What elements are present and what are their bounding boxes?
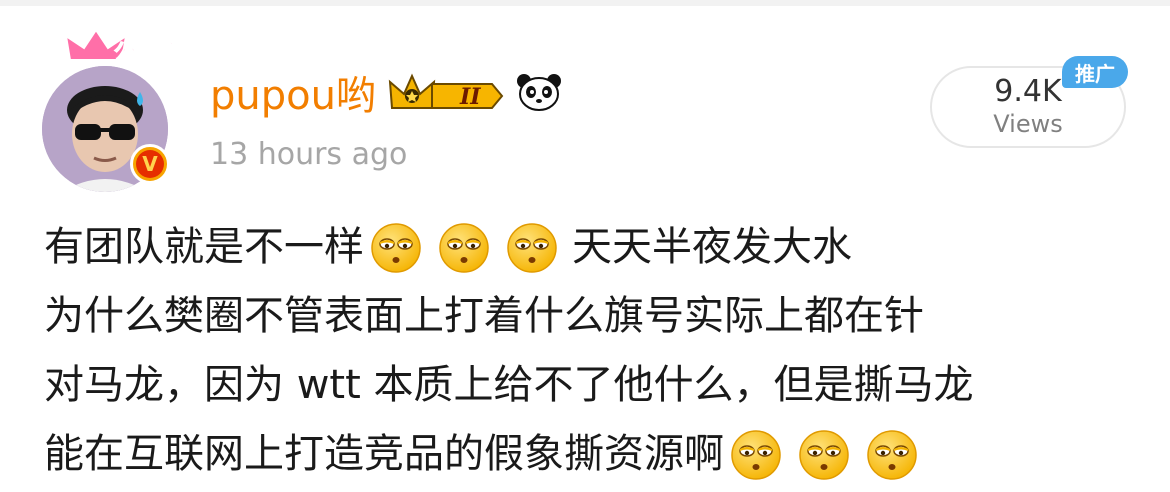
emoji-group — [730, 429, 926, 481]
post-text: 天天半夜发大水 — [572, 224, 852, 270]
rolling-eyes-emoji — [730, 429, 782, 481]
avatar-frame-label: 公主病 — [114, 40, 172, 66]
post-line-1: 有团队就是不一样 天天半夜发大水 — [44, 213, 1144, 282]
verified-badge: V — [130, 144, 170, 184]
rolling-eyes-emoji — [798, 429, 850, 481]
avatar-container[interactable]: 公主病 V — [42, 28, 172, 192]
post-text: 对马龙，因为 wtt 本质上给不了他什么，但是撕马龙 — [44, 362, 974, 408]
rolling-eyes-emoji — [506, 222, 558, 274]
rolling-eyes-emoji — [866, 429, 918, 481]
rolling-eyes-emoji — [370, 222, 422, 274]
post-text: 有团队就是不一样 — [44, 224, 364, 270]
post-text: 能在互联网上打造竞品的假象撕资源啊 — [44, 431, 724, 477]
verified-mark: V — [136, 150, 164, 178]
promo-tag: 推广 — [1062, 56, 1128, 88]
views-count: 9.4K — [994, 74, 1062, 109]
username[interactable]: pupou哟 — [210, 63, 376, 121]
post-line-2: 为什么樊圈不管表面上打着什么旗号实际上都在针 — [44, 282, 1144, 351]
views-label: Views — [993, 110, 1063, 138]
post-timestamp: 13 hours ago — [210, 137, 408, 172]
emoji-group — [370, 222, 566, 274]
avatar-frame-icon: 公主病 — [64, 28, 172, 67]
rolling-eyes-emoji — [438, 222, 490, 274]
post-line-3: 对马龙，因为 wtt 本质上给不了他什么，但是撕马龙 — [44, 351, 1144, 420]
vip-level-label: II — [459, 84, 481, 110]
divider — [0, 0, 1170, 6]
crown-icon: II — [388, 73, 504, 110]
panda-icon — [516, 74, 561, 111]
weibo-post-card: 公主病 V pupou哟 II 13 hours ago 9.4K Views … — [0, 0, 1170, 492]
vip-badge[interactable]: II — [388, 70, 506, 114]
post-body: 有团队就是不一样 天天半夜发大水 为什么樊圈不管表面上打着什么旗号实际上都在针 … — [44, 213, 1144, 489]
user-header: pupou哟 II — [210, 64, 562, 120]
post-text: 为什么樊圈不管表面上打着什么旗号实际上都在针 — [44, 293, 924, 339]
post-line-4: 能在互联网上打造竞品的假象撕资源啊 — [44, 420, 1144, 489]
